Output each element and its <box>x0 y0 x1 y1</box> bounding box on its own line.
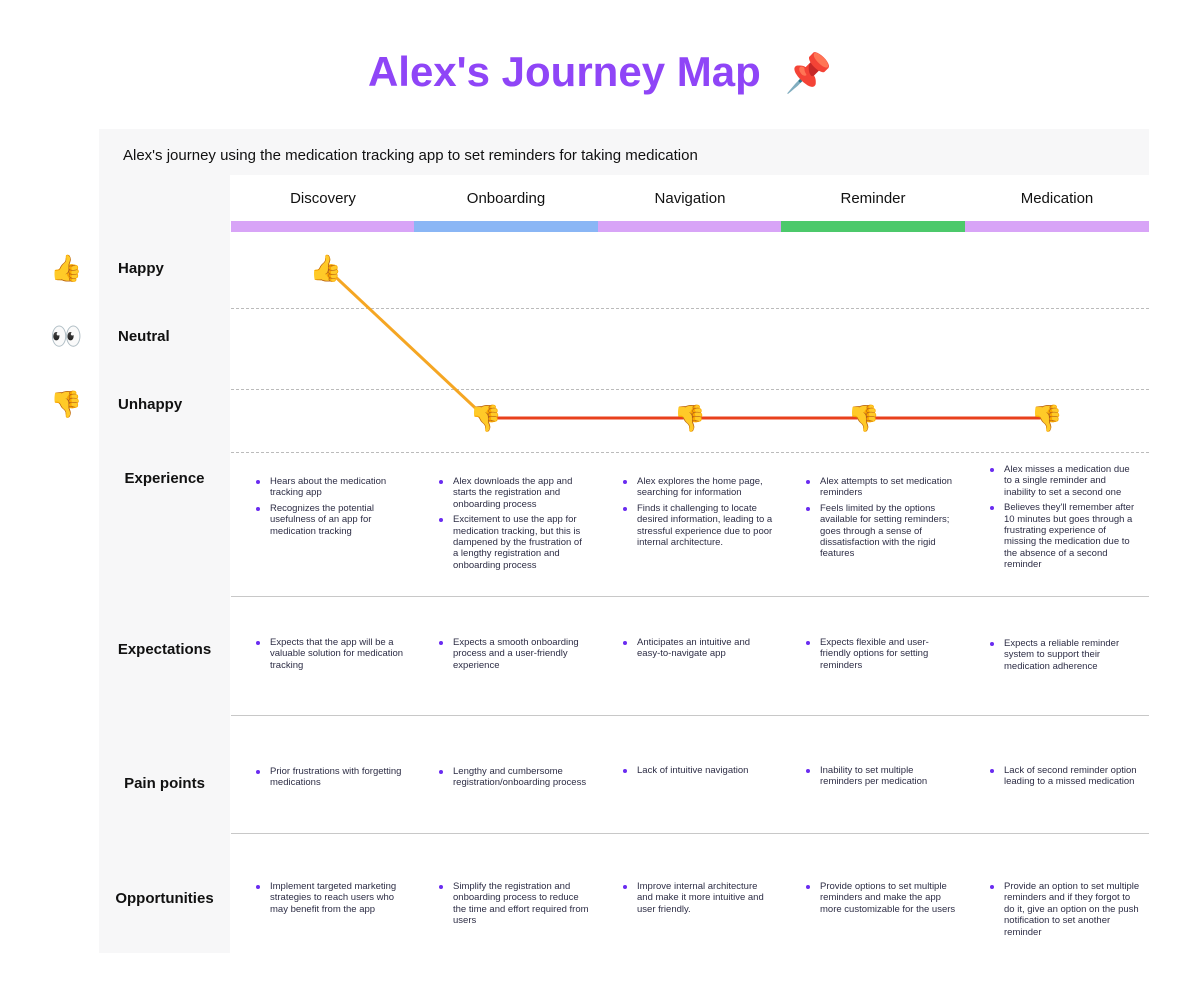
thumbs-down-icon: 👎 <box>848 403 880 433</box>
thumbs-down-icon: 👎 <box>1031 403 1063 433</box>
thumbs-down-icon: 👎 <box>470 403 502 433</box>
thumbs-up-icon: 👍 <box>310 253 342 283</box>
emotion-line: 👍 👎 👎 👎 👎 <box>310 253 1063 433</box>
journey-segment <box>324 266 488 420</box>
thumbs-down-icon: 👎 <box>674 403 706 433</box>
